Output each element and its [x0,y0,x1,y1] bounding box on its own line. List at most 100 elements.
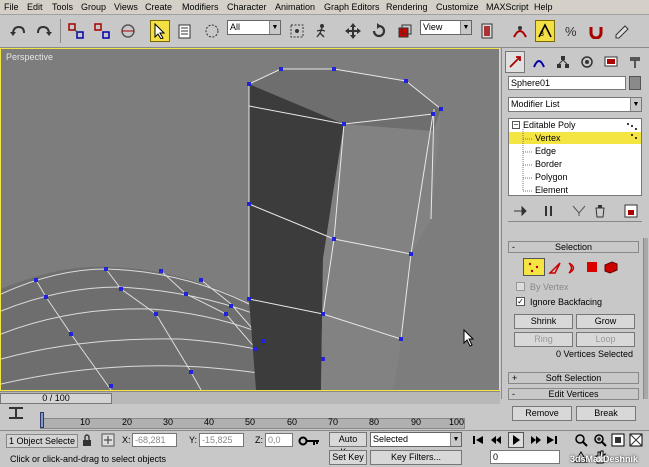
track-bar-frame-marker[interactable] [40,412,44,428]
go-to-end-icon[interactable] [546,434,558,446]
edit-vertices-rollout-header[interactable]: - Edit Vertices [508,388,639,400]
spinner-snap-button[interactable] [586,20,606,42]
menu-graph-editors[interactable]: Graph Editors [324,2,380,12]
zoom-extents-icon[interactable] [611,433,625,447]
tab-create[interactable] [505,51,525,73]
edge-subobject-icon[interactable] [548,261,562,275]
select-and-link-button[interactable] [66,20,86,42]
configure-modifier-sets-icon[interactable] [624,204,638,218]
menu-character[interactable]: Character [227,2,267,12]
vertex-subobject-button[interactable] [523,258,545,276]
run-figure-icon [316,24,326,38]
zoom-extents-all-icon[interactable] [629,433,643,447]
move-button[interactable] [343,20,363,42]
menu-edit[interactable]: Edit [27,2,43,12]
menu-create[interactable]: Create [145,2,172,12]
crossing-button[interactable] [311,20,331,42]
menu-animation[interactable]: Animation [275,2,315,12]
auto-key-button[interactable]: Auto Key [329,432,367,457]
stack-item-border[interactable]: Border [535,159,562,169]
stack-item-element[interactable]: Element [535,185,568,195]
grow-button[interactable]: Grow [576,314,635,329]
stack-item-polygon[interactable]: Polygon [535,172,568,182]
pivot-center-button[interactable] [477,20,497,42]
object-name-field[interactable]: Sphere01 [508,76,626,90]
element-subobject-icon[interactable] [604,260,618,274]
tab-motion[interactable] [577,51,597,73]
z-coordinate-value: 0,0 [268,435,281,445]
by-vertex-checkbox[interactable] [516,282,525,291]
x-coordinate-field[interactable]: -68,281 [132,433,177,447]
track-bar[interactable]: 0 10 20 30 40 50 60 70 80 90 100 [0,404,500,430]
shrink-button[interactable]: Shrink [514,314,573,329]
zoom-all-icon[interactable] [593,433,607,447]
z-coordinate-field[interactable]: 0,0 [265,433,293,447]
tab-display[interactable] [601,51,621,73]
menu-help[interactable]: Help [534,2,553,12]
trackbar-toggle-icon[interactable] [8,406,24,420]
stack-collapse-icon[interactable]: − [512,121,520,129]
key-filters-button[interactable]: Key Filters... [370,450,462,465]
reference-coordinate-dropdown[interactable]: View ▼ [420,20,472,35]
unlink-button[interactable] [92,20,112,42]
select-object-button[interactable] [150,20,170,42]
polygon-subobject-icon[interactable] [586,261,598,273]
pin-stack-icon[interactable] [513,205,527,217]
menu-tools[interactable]: Tools [52,2,73,12]
time-slider-bar[interactable]: 0 / 100 [0,391,500,404]
menu-modifiers[interactable]: Modifiers [182,2,219,12]
menu-views[interactable]: Views [114,2,138,12]
show-end-result-icon[interactable] [544,205,554,217]
current-frame-field[interactable]: 0 [490,450,560,464]
break-button[interactable]: Break [576,406,636,421]
select-by-name-button[interactable] [176,20,196,42]
menu-group[interactable]: Group [81,2,106,12]
stack-item-vertex[interactable]: Vertex [535,133,561,143]
bind-space-warp-button[interactable] [118,20,138,42]
ring-button[interactable]: Ring [514,332,573,347]
next-frame-icon[interactable] [530,434,542,446]
tab-hierarchy[interactable] [553,51,573,73]
make-unique-icon[interactable] [572,205,586,217]
tab-utilities[interactable] [625,51,645,73]
region-select-button[interactable] [202,20,222,42]
key-icon[interactable] [298,435,320,447]
soft-selection-rollout-header[interactable]: + Soft Selection [508,372,639,384]
percent-snap-button[interactable]: % [561,20,581,42]
menu-customize[interactable]: Customize [436,2,479,12]
y-coordinate-field[interactable]: -15,825 [199,433,244,447]
border-subobject-icon[interactable] [566,261,580,275]
loop-button[interactable]: Loop [576,332,635,347]
time-slider-thumb[interactable]: 0 / 100 [0,393,112,404]
selection-filter-dropdown[interactable]: All ▼ [227,20,281,35]
select-and-manipulate-button[interactable] [510,20,530,42]
stack-item-edge[interactable]: Edge [535,146,556,156]
go-to-start-icon[interactable] [472,434,484,446]
key-mode-dropdown[interactable]: Selected ▼ [370,432,462,447]
menu-maxscript[interactable]: MAXScript [486,2,529,12]
object-color-swatch[interactable] [629,76,641,90]
ignore-backfacing-checkbox[interactable]: ✓ [516,297,525,306]
named-selection-button[interactable] [612,20,632,42]
remove-button[interactable]: Remove [512,406,572,421]
absolute-mode-icon[interactable] [101,433,115,447]
snap-toggle-button[interactable]: 3 [535,20,555,42]
set-key-button[interactable]: Set Key [329,450,367,465]
menu-file[interactable]: File [4,2,19,12]
previous-frame-icon[interactable] [490,434,502,446]
rotate-button[interactable] [369,20,389,42]
command-panel-scrollbar[interactable] [643,238,648,399]
scale-button[interactable] [395,20,415,42]
remove-modifier-icon[interactable] [594,204,606,218]
play-button[interactable] [508,432,524,448]
select-and-move-button[interactable] [287,20,307,42]
tab-modify[interactable] [529,51,549,73]
undo-button[interactable] [8,20,28,42]
modifier-list-dropdown[interactable]: Modifier List ▼ [508,97,642,112]
perspective-viewport[interactable]: Perspective [0,48,500,391]
redo-button[interactable] [34,20,54,42]
zoom-icon[interactable] [574,433,588,447]
selection-rollout-header[interactable]: - Selection [508,241,639,253]
lock-icon[interactable] [82,434,92,447]
menu-rendering[interactable]: Rendering [386,2,428,12]
